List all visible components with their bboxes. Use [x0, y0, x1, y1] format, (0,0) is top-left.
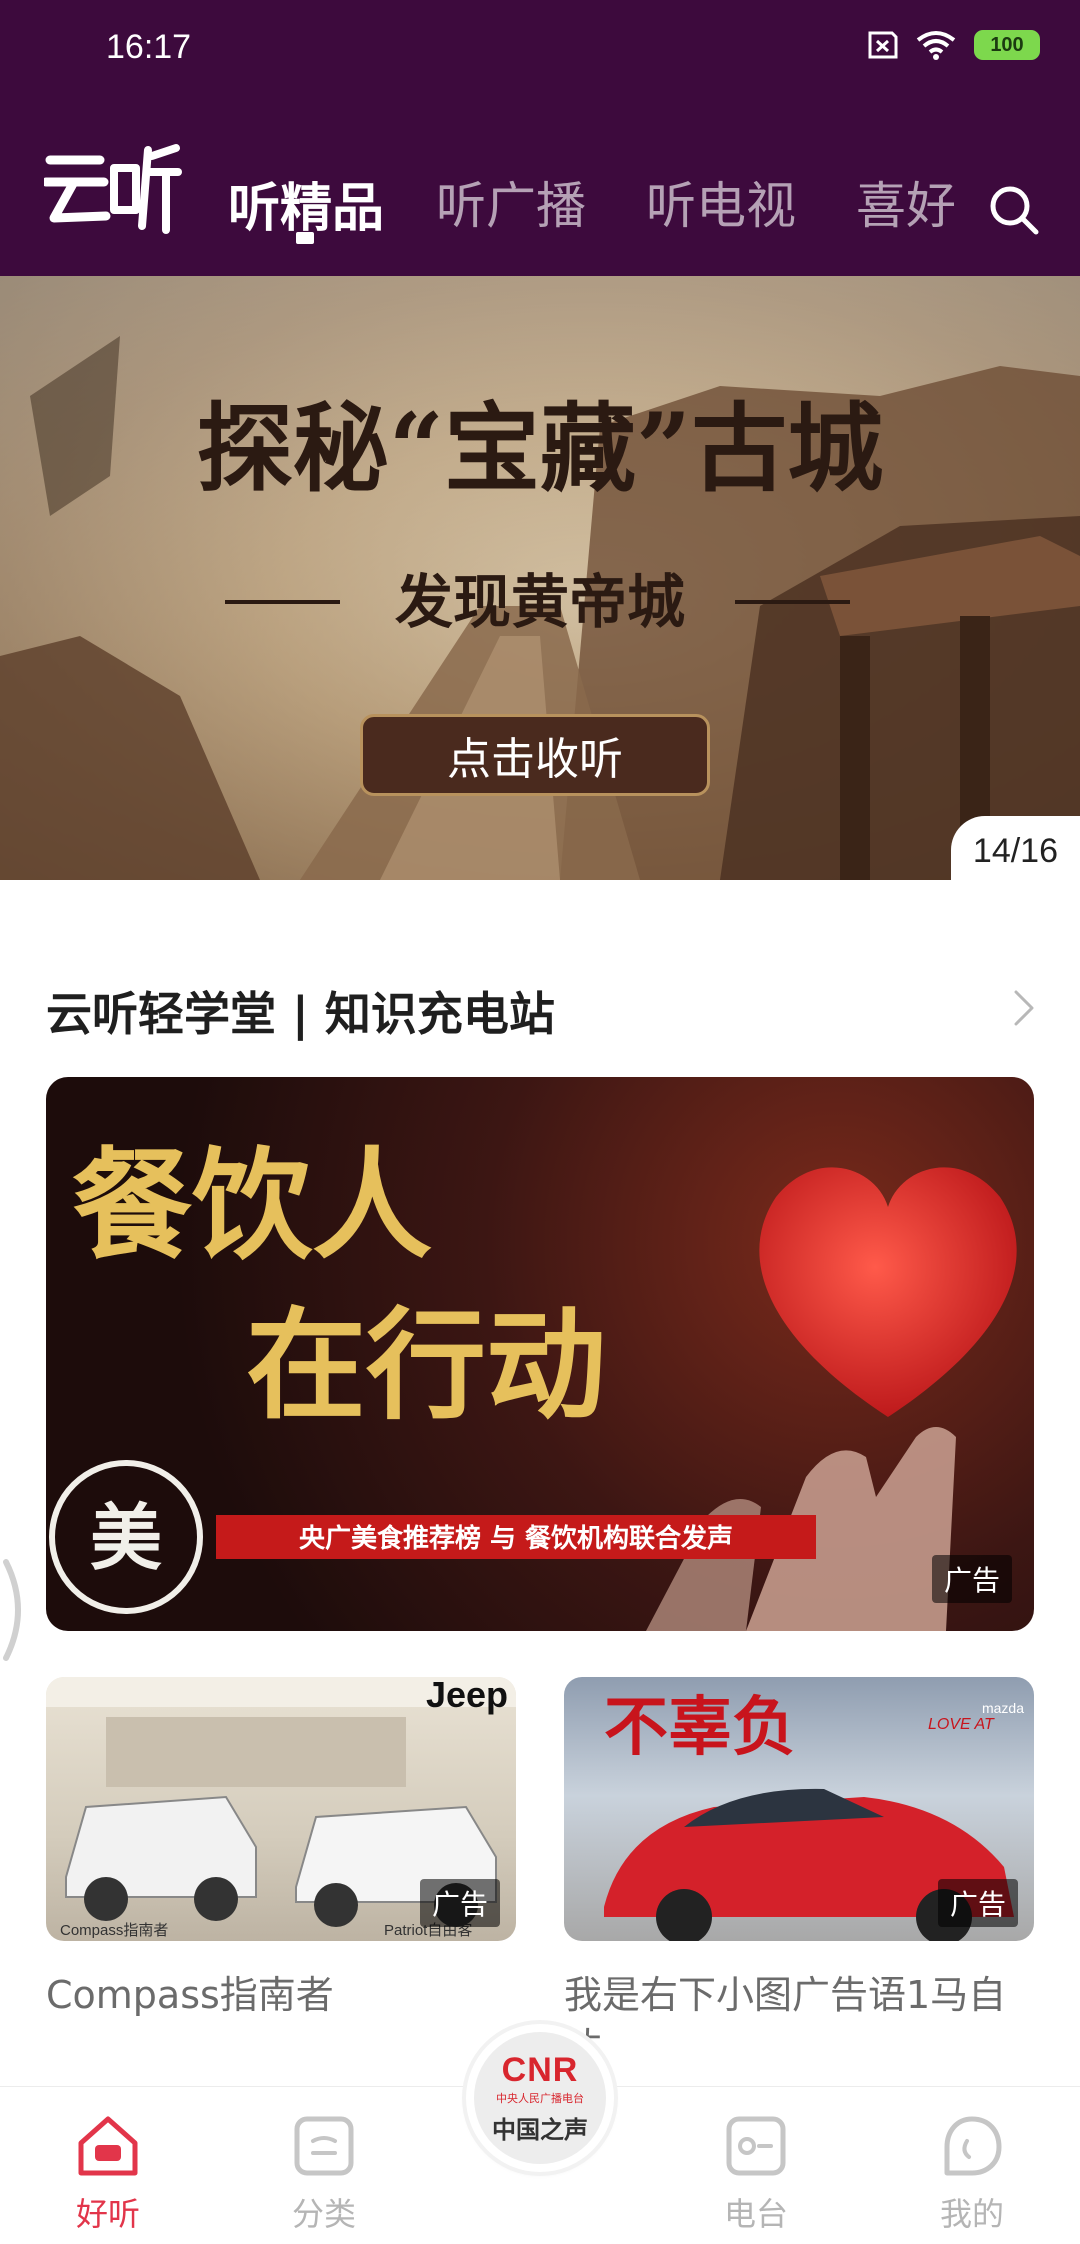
ad-card-jeep-image: Jeep Compass指南者 Patriot自由客 广告	[46, 1677, 516, 1941]
ad-badge: 广告	[931, 1555, 1012, 1603]
edge-drag-handle[interactable]	[0, 1558, 30, 1662]
wifi-icon	[916, 31, 956, 60]
nav-label: 分类	[291, 2195, 356, 2233]
nav-diantai[interactable]: 电台	[696, 2111, 816, 2235]
listen-button[interactable]: 点击收听	[360, 714, 710, 796]
tab-xihao[interactable]: 喜好	[856, 166, 956, 238]
ad-ribbon-text: 央广美食推荐榜 与 餐饮机构联合发声	[299, 1523, 733, 1554]
battery-indicator: 100	[974, 30, 1040, 60]
card-caption: 我是右下小图广告语1马自达	[564, 1973, 1007, 2069]
hero-banner[interactable]: 探秘“宝藏”古城 发现黄帝城 点击收听 14/16	[0, 276, 1080, 880]
banner-page-counter: 14/16	[950, 816, 1080, 880]
featured-ad-card[interactable]: 餐饮人 在行动 央广美食推荐榜 与 餐饮机构联合发声 美 广告	[46, 1077, 1034, 1631]
jeep-model-left: Compass指南者	[60, 1922, 168, 1939]
app-screen: 16:17 100 云听	[0, 0, 1080, 2244]
cnr-tagline: 中央人民广播电台	[496, 2092, 584, 2105]
jeep-brand-text: Jeep	[426, 1677, 508, 1715]
sim-missing-icon	[868, 31, 898, 59]
top-nav: 云听 听精品 听广播 听电视 喜好	[0, 120, 1080, 250]
ad-card-mazda[interactable]: 不辜负 LOVE AT mazda 广告 我是右下小图广告语1马自达	[564, 1677, 1034, 2073]
nav-label: 我的	[939, 2195, 1004, 2233]
profile-icon	[944, 2116, 1002, 2176]
yunting-logo: 云听	[44, 144, 182, 234]
radio-icon	[726, 2116, 786, 2176]
home-icon	[78, 2116, 138, 2176]
hero-title: 探秘“宝藏”古城	[197, 392, 883, 505]
status-icons: 100	[864, 30, 1040, 60]
ad-card-jeep[interactable]: Jeep Compass指南者 Patriot自由客 广告 Compass指南者	[46, 1677, 516, 2021]
mazda-art-text: 不辜负	[604, 1690, 796, 1765]
category-icon	[294, 2116, 354, 2176]
nav-fenlei[interactable]: 分类	[264, 2111, 384, 2235]
ad-badge: 广告	[937, 1879, 1018, 1927]
ad-headline-line2: 在行动	[246, 1295, 606, 1436]
active-tab-indicator	[296, 232, 314, 244]
svg-text:美: 美	[90, 1495, 162, 1580]
nav-haoting[interactable]: 好听	[48, 2111, 168, 2235]
ad-badge: 广告	[419, 1879, 500, 1927]
nav-label: 电台	[723, 2195, 788, 2233]
nav-wode[interactable]: 我的	[912, 2111, 1032, 2235]
ad-headline-line1: 餐饮人	[72, 1135, 432, 1276]
section-title: 云听轻学堂 | 知识充电站	[46, 987, 555, 1041]
tab-jingpin[interactable]: 听精品	[228, 166, 384, 241]
tab-guangbo[interactable]: 听广播	[436, 166, 586, 238]
status-bar: 16:17 100	[0, 0, 1080, 100]
card-caption: Compass指南者	[46, 1973, 334, 2017]
nav-label: 好听	[75, 2195, 140, 2233]
tab-dianshi[interactable]: 听电视	[646, 166, 796, 238]
chevron-right-icon[interactable]	[1004, 988, 1044, 1028]
cnr-channel-label: 中国之声	[492, 2116, 588, 2144]
cnr-live-button[interactable]: CNR 中央人民广播电台 中国之声	[466, 2024, 614, 2172]
ad-card-mazda-image: 不辜负 LOVE AT mazda 广告	[564, 1677, 1034, 1941]
app-header: 16:17 100 云听	[0, 0, 1080, 276]
mazda-love-text: LOVE AT	[928, 1716, 995, 1733]
status-time: 16:17	[106, 28, 192, 66]
search-icon[interactable]	[984, 180, 1044, 240]
cnr-logo: CNR 中央人民广播电台 中国之声	[474, 2032, 606, 2164]
hero-subtitle: 发现黄帝城	[395, 568, 685, 636]
featured-ad-artwork: 餐饮人 在行动 央广美食推荐榜 与 餐饮机构联合发声 美	[49, 1135, 1017, 1631]
mazda-brand-text: mazda	[982, 1700, 1024, 1716]
cnr-logo-text: CNR	[501, 2051, 579, 2089]
